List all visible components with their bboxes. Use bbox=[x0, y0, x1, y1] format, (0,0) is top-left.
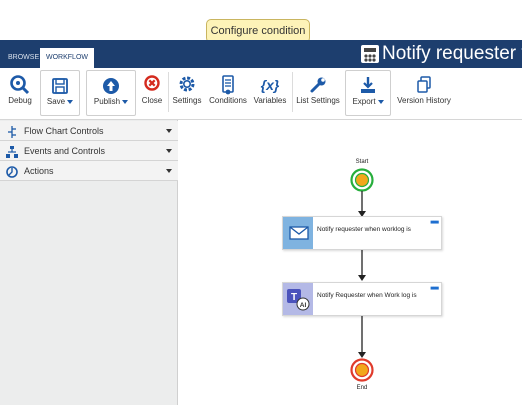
connector-arrow bbox=[358, 250, 366, 281]
wrench-icon bbox=[295, 74, 341, 96]
version-history-icon bbox=[395, 74, 453, 96]
export-label: Export bbox=[352, 97, 376, 106]
chevron-down-icon bbox=[166, 149, 172, 153]
svg-text:T: T bbox=[291, 292, 297, 303]
email-icon bbox=[283, 217, 313, 249]
end-node[interactable] bbox=[350, 358, 374, 382]
conditions-label: Conditions bbox=[209, 96, 247, 105]
variables-button[interactable]: {x} Variables bbox=[252, 70, 288, 116]
close-button[interactable]: Close bbox=[140, 70, 164, 116]
conditions-icon bbox=[206, 74, 250, 96]
save-icon bbox=[41, 75, 79, 97]
publish-button[interactable]: Publish bbox=[86, 70, 136, 116]
list-settings-button[interactable]: List Settings bbox=[295, 70, 341, 116]
action-notify-requester-worklog[interactable]: Notify requester when worklog is ■■■ bbox=[282, 216, 442, 250]
conditions-button[interactable]: Conditions bbox=[206, 70, 250, 116]
ribbon-divider bbox=[292, 72, 293, 112]
accordion-label: Flow Chart Controls bbox=[24, 126, 104, 136]
export-button[interactable]: Export bbox=[345, 70, 391, 116]
variables-label: Variables bbox=[253, 96, 287, 105]
settings-label: Settings bbox=[172, 96, 202, 105]
end-label: End bbox=[356, 385, 368, 391]
accordion-flow-chart-controls[interactable]: Flow Chart Controls bbox=[0, 121, 178, 141]
publish-icon bbox=[87, 75, 135, 97]
chevron-down-icon bbox=[377, 99, 384, 104]
workflow-doc-icon bbox=[361, 45, 379, 63]
save-button[interactable]: Save bbox=[40, 70, 80, 116]
page-title: Notify requester v bbox=[382, 43, 522, 64]
list-settings-label: List Settings bbox=[296, 96, 340, 105]
connector-arrow bbox=[358, 316, 366, 358]
more-options-icon[interactable]: ■■■ bbox=[430, 286, 439, 292]
workflow-designer: Configure condition BROWSE WORKFLOW Noti… bbox=[0, 0, 522, 405]
version-history-label: Version History bbox=[397, 96, 451, 105]
gear-icon bbox=[170, 74, 204, 96]
chevron-down-icon bbox=[166, 129, 172, 133]
events-icon bbox=[6, 145, 18, 158]
accordion-label: Events and Controls bbox=[24, 146, 106, 156]
tab-workflow[interactable]: WORKFLOW bbox=[40, 48, 94, 68]
chevron-down-icon bbox=[122, 99, 129, 104]
connector-arrow bbox=[358, 191, 366, 217]
teams-ai-icon: T AI bbox=[283, 283, 313, 315]
debug-icon bbox=[4, 74, 36, 96]
svg-text:AI: AI bbox=[300, 302, 307, 309]
more-options-icon[interactable]: ■■■ bbox=[430, 220, 439, 226]
debug-label: Debug bbox=[8, 96, 32, 105]
accordion-actions[interactable]: Actions bbox=[0, 161, 178, 181]
chevron-down-icon bbox=[166, 169, 172, 173]
ribbon-divider bbox=[168, 72, 169, 112]
action-text: Notify Requester when Work log is bbox=[317, 292, 417, 299]
close-icon bbox=[140, 74, 164, 96]
accordion-label: Actions bbox=[24, 166, 54, 176]
publish-label: Publish bbox=[93, 97, 121, 106]
actions-icon bbox=[6, 165, 18, 178]
start-label: Start bbox=[355, 159, 369, 165]
variables-icon: {x} bbox=[260, 77, 280, 93]
version-history-button[interactable]: Version History bbox=[395, 70, 453, 116]
start-node[interactable] bbox=[350, 168, 374, 192]
export-icon bbox=[346, 75, 390, 97]
action-notify-requester-teams[interactable]: T AI Notify Requester when Work log is ■■… bbox=[282, 282, 442, 316]
save-label: Save bbox=[46, 97, 66, 106]
tab-browse[interactable]: BROWSE bbox=[2, 48, 45, 68]
close-label: Close bbox=[141, 96, 163, 105]
chevron-down-icon bbox=[67, 99, 74, 104]
debug-button[interactable]: Debug bbox=[4, 70, 36, 116]
flowchart-icon bbox=[6, 125, 18, 138]
accordion-events-and-controls[interactable]: Events and Controls bbox=[0, 141, 178, 161]
settings-button[interactable]: Settings bbox=[170, 70, 204, 116]
action-text: Notify requester when worklog is bbox=[317, 226, 411, 233]
